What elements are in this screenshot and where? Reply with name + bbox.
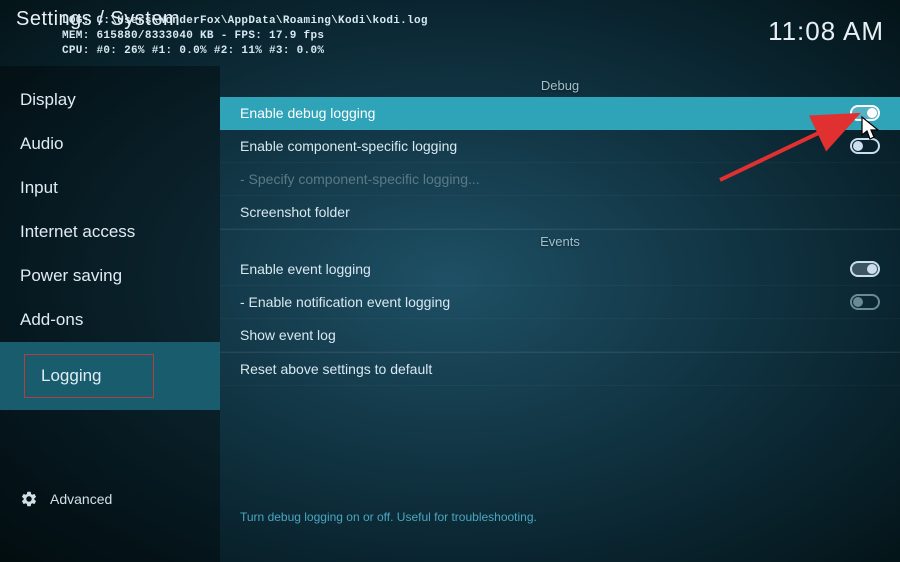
toggle-enable-component-logging[interactable] [850,138,880,154]
row-enable-debug-logging[interactable]: Enable debug logging [220,97,900,130]
sidebar-item-internet-access[interactable]: Internet access [0,210,220,254]
toggle-enable-event-logging[interactable] [850,261,880,277]
sidebar-item-audio[interactable]: Audio [0,122,220,166]
sidebar-item-label: Logging [24,354,154,398]
debug-cpu: CPU: #0: 26% #1: 0.0% #2: 11% #3: 0.0% [62,44,428,59]
sidebar-item-display[interactable]: Display [0,78,220,122]
row-label: Reset above settings to default [240,361,432,377]
row-label: - Enable notification event logging [240,294,450,310]
row-show-event-log[interactable]: Show event log [220,319,900,352]
row-specify-component-logging: - Specify component-specific logging... [220,163,900,196]
row-enable-component-logging[interactable]: Enable component-specific logging [220,130,900,163]
settings-level-button[interactable]: Advanced [0,476,220,562]
clock: 11:08 AM [768,8,884,47]
debug-log-path: LOG: C:\Users\WonderFox\AppData\Roaming\… [62,14,428,29]
gear-icon [20,490,38,508]
sidebar-item-power-saving[interactable]: Power saving [0,254,220,298]
sidebar-item-input[interactable]: Input [0,166,220,210]
content-pane: Debug Enable debug logging Enable compon… [220,66,900,562]
sidebar-item-logging[interactable]: Logging [0,342,220,410]
toggle-enable-debug-logging[interactable] [850,105,880,121]
sidebar: Display Audio Input Internet access Powe… [0,66,220,562]
sidebar-item-add-ons[interactable]: Add-ons [0,298,220,342]
row-enable-notification-event-logging[interactable]: - Enable notification event logging [220,286,900,319]
row-label: Enable event logging [240,261,371,277]
row-label: Enable component-specific logging [240,138,457,154]
row-screenshot-folder[interactable]: Screenshot folder [220,196,900,229]
row-label: Screenshot folder [240,204,350,220]
debug-mem-fps: MEM: 615880/8333040 KB - FPS: 17.9 fps [62,29,428,44]
section-header-events: Events [220,230,900,253]
footer-hint: Turn debug logging on or off. Useful for… [240,510,537,524]
section-header-debug: Debug [220,74,900,97]
settings-level-label: Advanced [50,491,112,507]
row-reset-defaults[interactable]: Reset above settings to default [220,353,900,386]
toggle-enable-notification-event-logging[interactable] [850,294,880,310]
row-label: Enable debug logging [240,105,375,121]
row-label: - Specify component-specific logging... [240,171,480,187]
debug-overlay: LOG: C:\Users\WonderFox\AppData\Roaming\… [62,14,428,59]
row-label: Show event log [240,327,336,343]
row-enable-event-logging[interactable]: Enable event logging [220,253,900,286]
